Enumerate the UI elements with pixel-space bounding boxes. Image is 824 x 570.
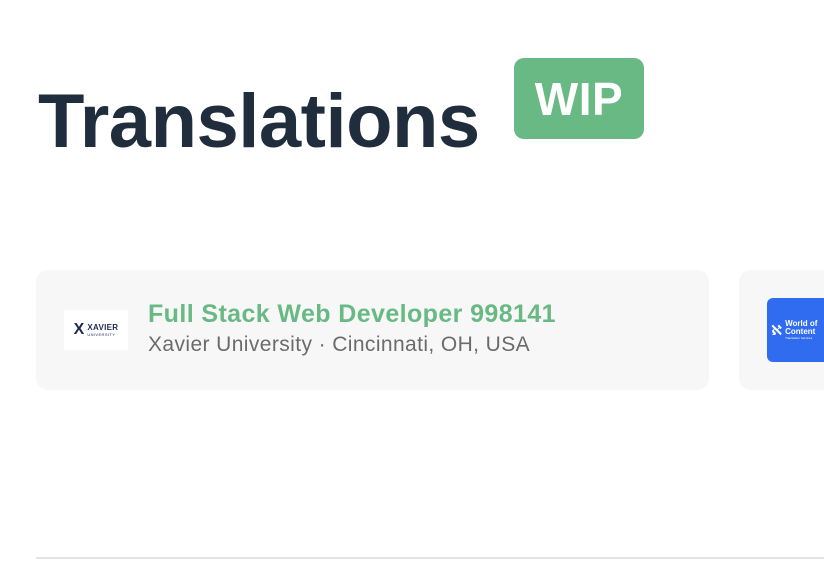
- translation-card-text: Full Stack Web Developer 998141 Xavier U…: [148, 298, 556, 359]
- xavier-university-logo: X XAVIER UNIVERSITY: [64, 310, 128, 350]
- xavier-wordmark: XAVIER UNIVERSITY: [87, 322, 119, 337]
- world-of-content-wordmark: World of Content Translation Services: [785, 320, 817, 340]
- xavier-wordmark-sub: UNIVERSITY: [87, 331, 116, 337]
- job-meta: Xavier University · Cincinnati, OH, USA: [148, 333, 531, 356]
- translation-card[interactable]: X XAVIER UNIVERSITY Full Stack Web Devel…: [36, 270, 709, 390]
- world-of-content-mark: ℵ: [771, 322, 783, 338]
- world-of-content-logo: ℵ World of Content Translation Services: [767, 298, 824, 362]
- xavier-wordmark-name: XAVIER: [87, 322, 119, 332]
- translations-card-list: X XAVIER UNIVERSITY Full Stack Web Devel…: [0, 0, 824, 570]
- translations-page: Translations WIP X XAVIER UNIVERSITY Ful…: [0, 0, 824, 570]
- xavier-x-mark: X: [73, 321, 85, 338]
- woc-wordmark-line2: Content: [785, 327, 816, 336]
- section-divider: [36, 557, 824, 559]
- woc-wordmark-sub: Translation Services: [785, 336, 813, 340]
- job-title-link[interactable]: Full Stack Web Developer 998141: [148, 298, 556, 330]
- translation-card[interactable]: ℵ World of Content Translation Services: [739, 270, 824, 390]
